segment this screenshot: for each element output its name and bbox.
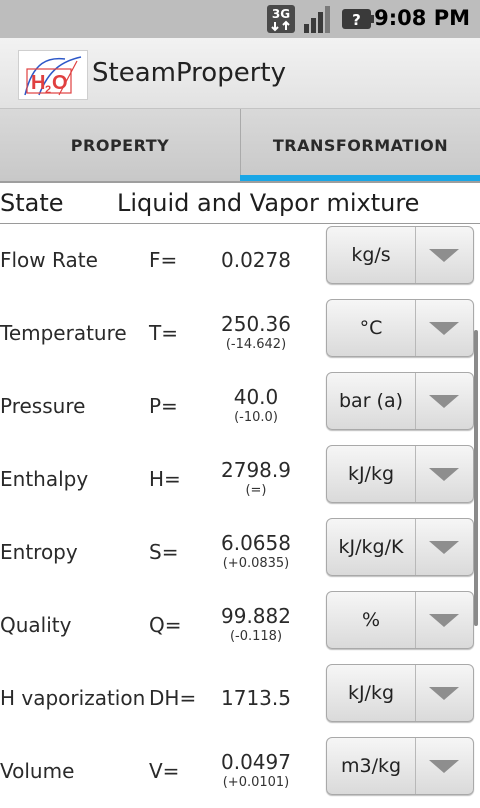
svg-text:O: O — [52, 72, 68, 94]
property-row-entropy: Entropy S= 6.0658 (+0.0835) kJ/kg/K — [0, 516, 480, 589]
state-label: State — [0, 189, 64, 217]
property-value: 1713.5 — [221, 686, 291, 710]
property-delta: (=) — [245, 483, 267, 498]
h2o-logo-icon: H 2 O — [24, 56, 82, 96]
property-name: Pressure — [0, 394, 86, 418]
property-row-volume: Volume V= 0.0497 (+0.0101) m3/kg — [0, 735, 480, 808]
unit-spinner-temperature[interactable]: °C — [326, 299, 474, 357]
property-name: Entropy — [0, 540, 78, 564]
property-delta: (-14.642) — [225, 337, 287, 352]
unit-label: m3/kg — [340, 755, 402, 777]
svg-text:?: ? — [352, 11, 361, 29]
property-symbol: S= — [149, 540, 179, 564]
unit-label: kg/s — [351, 244, 391, 266]
property-name: Temperature — [0, 321, 127, 345]
unit-label: kJ/kg — [347, 463, 395, 485]
property-row-temperature: Temperature T= 250.36 (-14.642) °C — [0, 297, 480, 370]
property-row-flow-rate: Flow Rate F= 0.0278 kg/s — [0, 224, 480, 297]
spinner-divider — [415, 446, 416, 502]
unit-spinner-enthalpy[interactable]: kJ/kg — [326, 445, 474, 503]
status-time: 9:08 PM — [374, 6, 470, 30]
property-value: 2798.9 — [221, 458, 291, 482]
spinner-divider — [415, 373, 416, 429]
unit-spinner-quality[interactable]: % — [326, 591, 474, 649]
dropdown-arrow-icon — [429, 322, 459, 335]
svg-text:H: H — [31, 72, 45, 94]
property-name: Enthalpy — [0, 467, 89, 491]
spinner-divider — [415, 227, 416, 283]
property-name: Volume — [0, 759, 75, 783]
property-value: 250.36 — [221, 312, 291, 336]
property-symbol: T= — [149, 321, 178, 345]
unit-label: bar (a) — [338, 390, 404, 412]
unit-spinner-entropy[interactable]: kJ/kg/K — [326, 518, 474, 576]
tab-bar: PROPERTY TRANSFORMATION — [0, 109, 480, 181]
dropdown-arrow-icon — [429, 687, 459, 700]
unit-spinner-flow-rate[interactable]: kg/s — [326, 226, 474, 284]
property-row-quality: Quality Q= 99.882 (-0.118) % — [0, 589, 480, 662]
property-symbol: Q= — [149, 613, 182, 637]
spinner-divider — [415, 592, 416, 648]
app-title-bar: H 2 O SteamProperty — [0, 38, 480, 109]
tab-property[interactable]: PROPERTY — [0, 109, 240, 181]
property-delta: (-0.118) — [229, 629, 283, 644]
unit-label: kJ/kg/K — [338, 536, 404, 558]
property-row-enthalpy: Enthalpy H= 2798.9 (=) kJ/kg — [0, 443, 480, 516]
property-row-pressure: Pressure P= 40.0 (-10.0) bar (a) — [0, 370, 480, 443]
signal-strength-icon — [304, 6, 330, 33]
dropdown-arrow-icon — [429, 541, 459, 554]
property-symbol: P= — [149, 394, 178, 418]
property-symbol: H= — [149, 467, 181, 491]
property-value: 0.0497 — [221, 750, 291, 774]
unit-spinner-volume[interactable]: m3/kg — [326, 737, 474, 795]
status-bar: 3G ? 9:08 PM — [0, 0, 480, 38]
svg-text:2: 2 — [45, 84, 51, 96]
app-title: SteamProperty — [92, 58, 286, 88]
svg-text:3G: 3G — [272, 7, 290, 21]
property-symbol: DH= — [149, 686, 197, 710]
property-row-h-vaporization: H vaporization DH= 1713.5 kJ/kg — [0, 662, 480, 735]
property-value: 0.0278 — [221, 248, 291, 272]
state-row: State Liquid and Vapor mixture — [0, 183, 480, 224]
property-name: Flow Rate — [0, 248, 98, 272]
property-delta: (+0.0101) — [222, 775, 290, 790]
state-value: Liquid and Vapor mixture — [117, 189, 420, 217]
property-name: Quality — [0, 613, 72, 637]
dropdown-arrow-icon — [429, 760, 459, 773]
dropdown-arrow-icon — [429, 249, 459, 262]
unit-label: % — [361, 609, 381, 631]
property-symbol: V= — [149, 759, 180, 783]
property-list: Flow Rate F= 0.0278 kg/s Temperature T= … — [0, 224, 480, 808]
spinner-divider — [415, 665, 416, 721]
property-name: H vaporization — [0, 686, 146, 710]
scrollbar[interactable] — [474, 330, 478, 626]
spinner-divider — [415, 519, 416, 575]
tab-transformation[interactable]: TRANSFORMATION — [240, 109, 480, 181]
property-delta: (-10.0) — [234, 410, 278, 425]
battery-unknown-icon: ? — [342, 9, 374, 29]
app-logo: H 2 O — [18, 50, 88, 100]
dropdown-arrow-icon — [429, 395, 459, 408]
unit-spinner-h-vaporization[interactable]: kJ/kg — [326, 664, 474, 722]
property-delta: (+0.0835) — [222, 556, 290, 571]
dropdown-arrow-icon — [429, 468, 459, 481]
property-value: 99.882 — [221, 604, 291, 628]
spinner-divider — [415, 300, 416, 356]
unit-label: °C — [359, 317, 383, 339]
property-symbol: F= — [149, 248, 178, 272]
spinner-divider — [415, 738, 416, 794]
property-value: 40.0 — [233, 385, 279, 409]
property-value: 6.0658 — [221, 531, 291, 555]
unit-label: kJ/kg — [347, 682, 395, 704]
3g-data-icon: 3G — [267, 5, 295, 33]
dropdown-arrow-icon — [429, 614, 459, 627]
unit-spinner-pressure[interactable]: bar (a) — [326, 372, 474, 430]
